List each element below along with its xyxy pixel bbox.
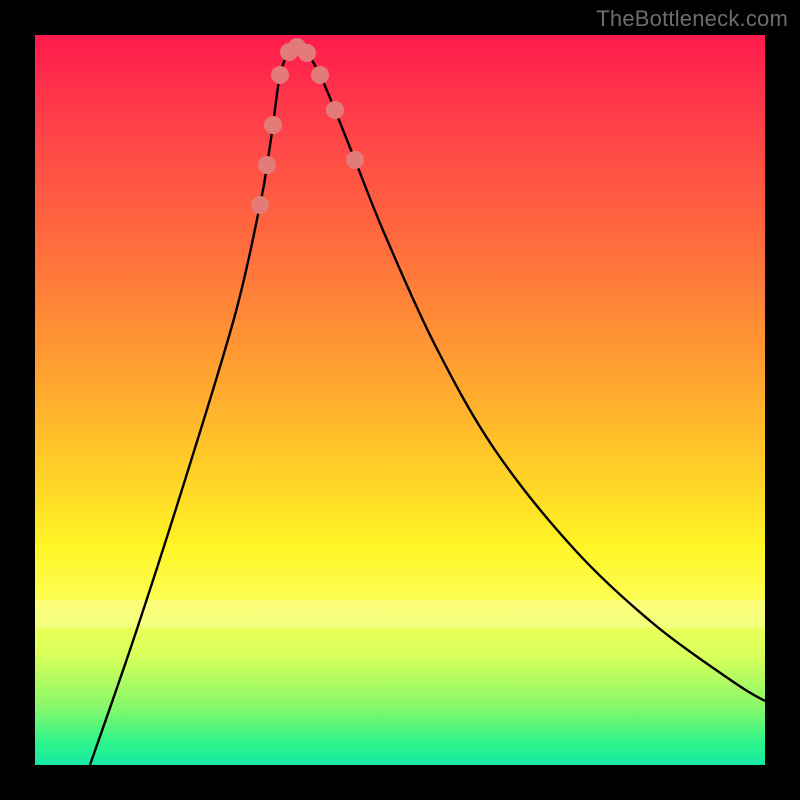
marker-dot [326, 101, 344, 119]
marker-dot [251, 196, 269, 214]
marker-dot [264, 116, 282, 134]
outer-frame: TheBottleneck.com [0, 0, 800, 800]
chart-svg [35, 35, 765, 765]
marker-dot [346, 151, 364, 169]
plot-area [35, 35, 765, 765]
marker-group [251, 38, 364, 214]
marker-dot [298, 44, 316, 62]
marker-dot [258, 156, 276, 174]
watermark-text: TheBottleneck.com [596, 6, 788, 32]
bottleneck-curve [90, 47, 765, 765]
marker-dot [311, 66, 329, 84]
marker-dot [271, 66, 289, 84]
